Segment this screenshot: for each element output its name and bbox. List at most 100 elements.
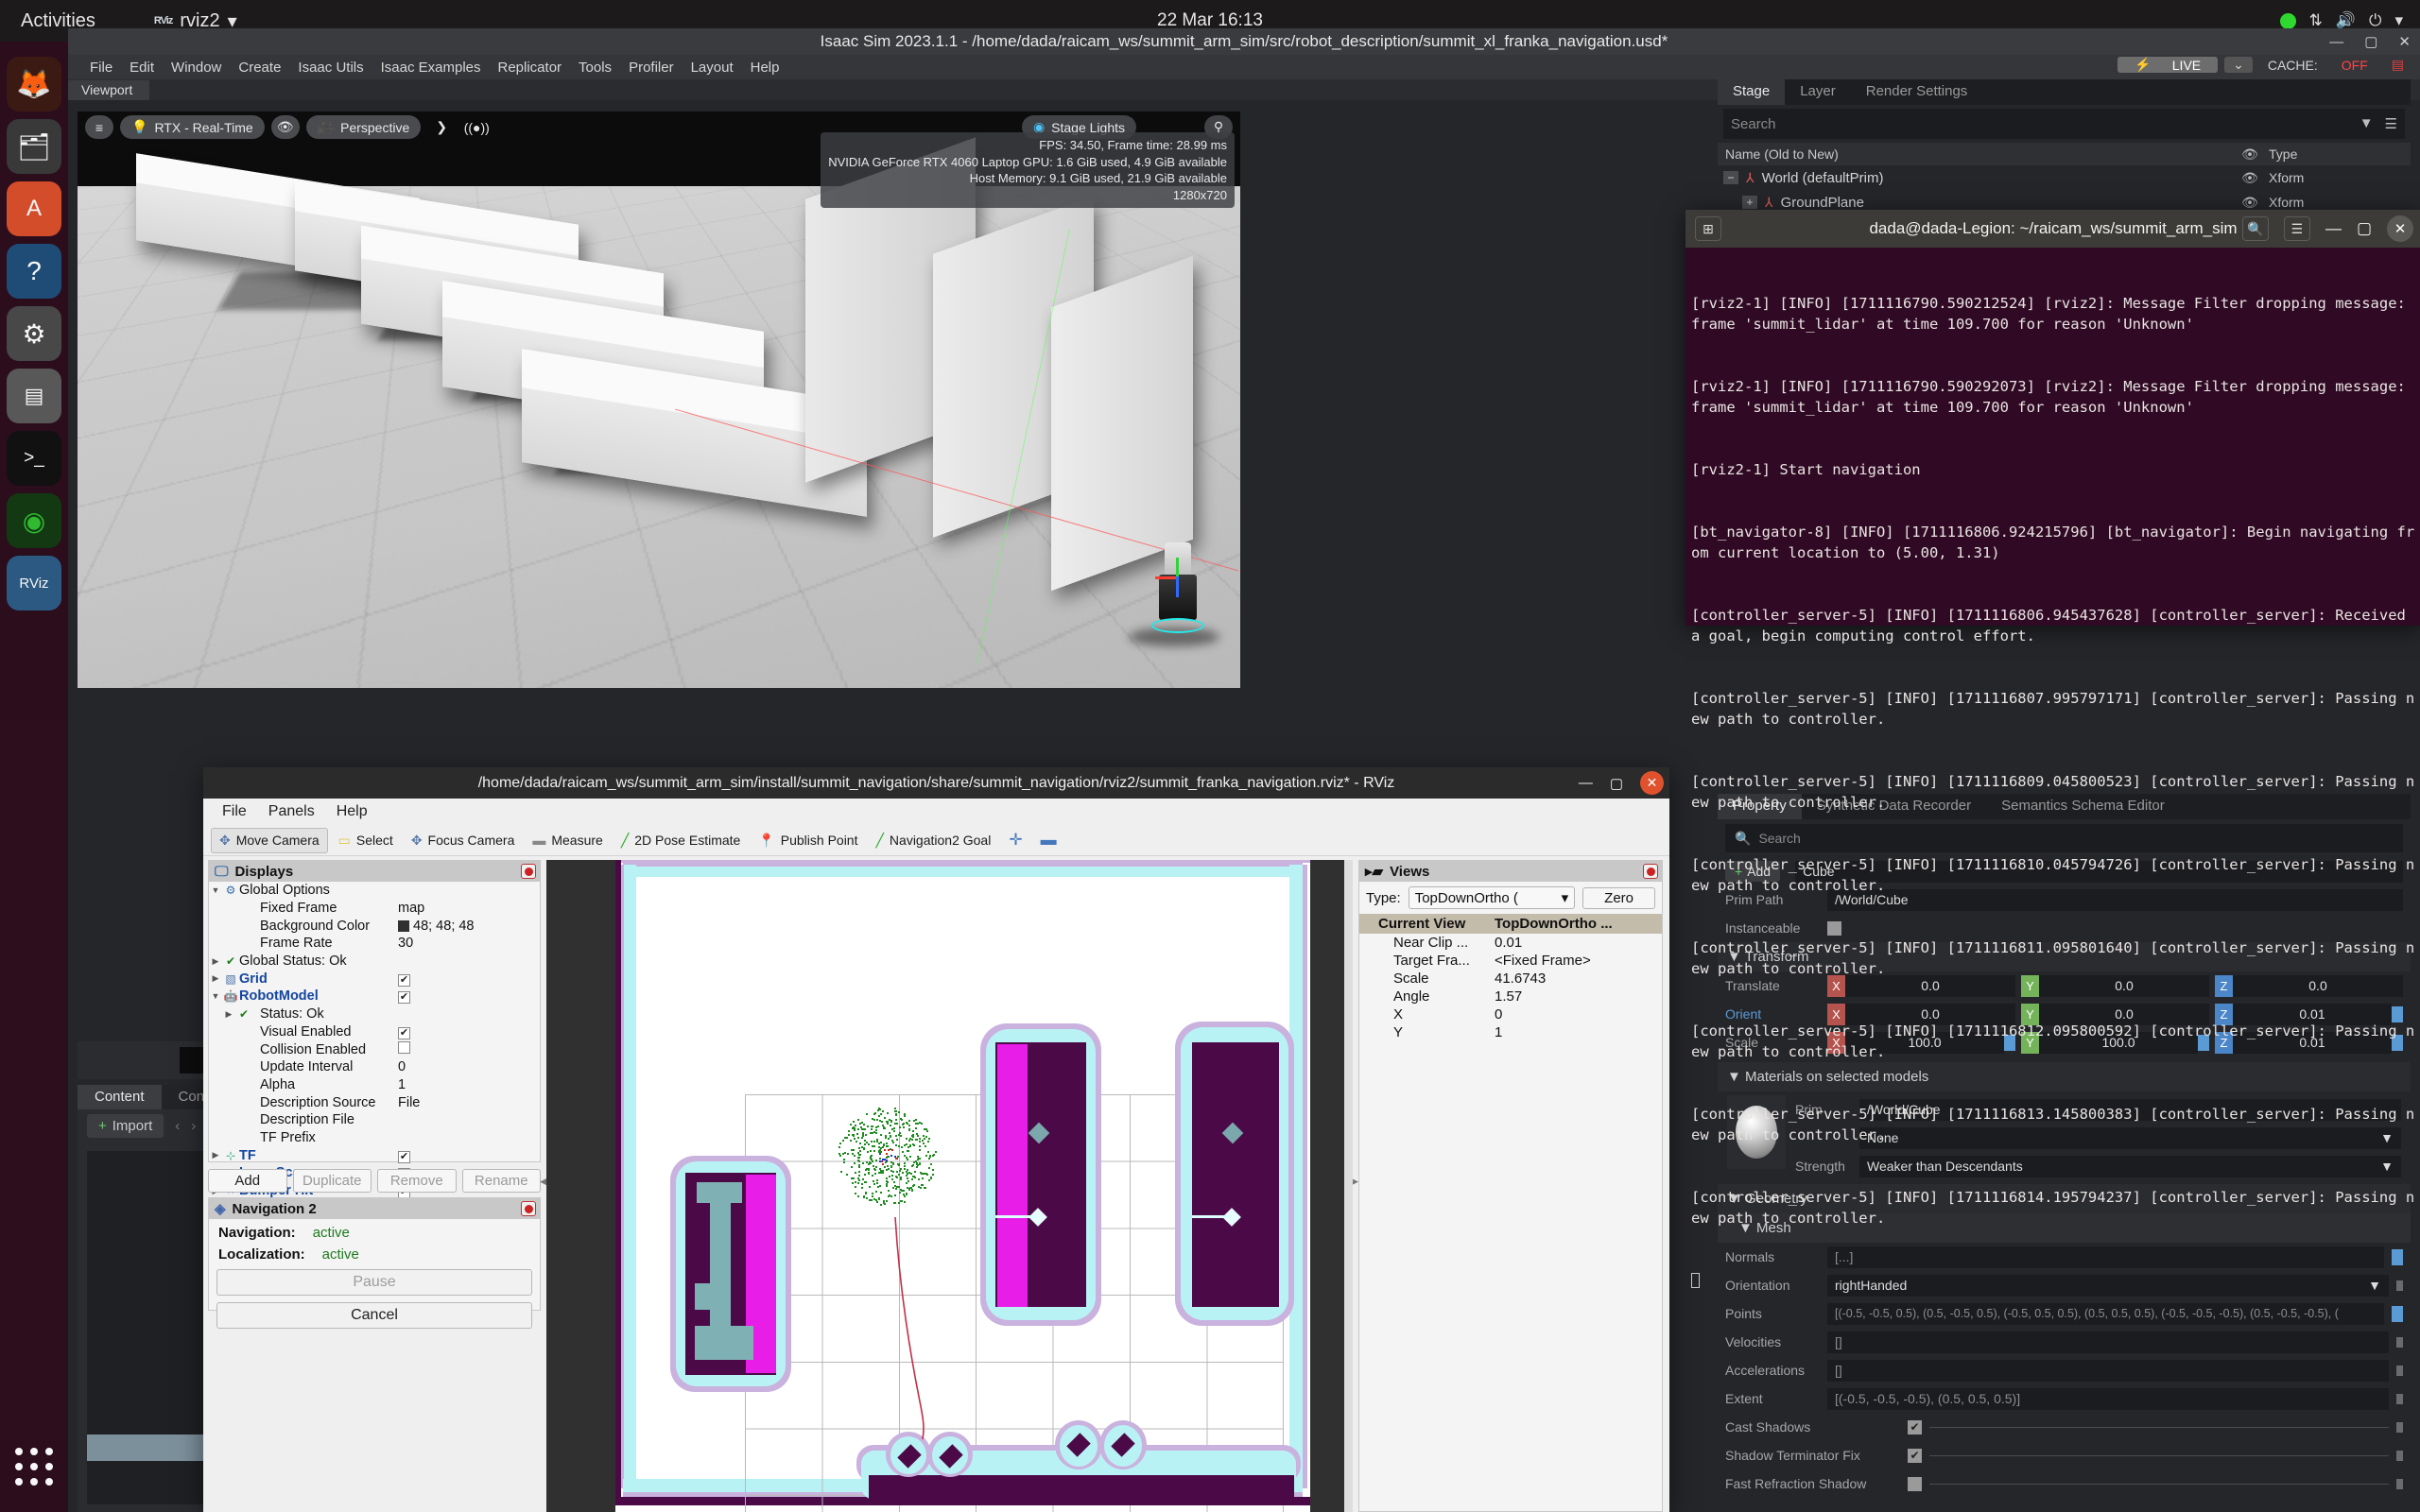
terminal-left-buttons[interactable]: ⊞ (1695, 216, 1721, 241)
menu-create[interactable]: Create (230, 60, 289, 76)
remove-display-button[interactable]: Remove (377, 1168, 457, 1193)
tab-stage[interactable]: Stage (1718, 79, 1786, 105)
display-item-description-file[interactable]: Description File (209, 1111, 540, 1129)
menu-edit[interactable]: Edit (121, 60, 163, 76)
select-button[interactable]: ▭ Select (331, 829, 401, 852)
expand-arrow-icon[interactable]: ▶ (222, 1009, 235, 1020)
add-tool-button[interactable]: ✛ (1001, 827, 1029, 853)
display-item-checkbox[interactable]: ✔ (398, 1148, 540, 1163)
minimize-icon[interactable]: — (1579, 775, 1593, 791)
display-item-robotmodel[interactable]: ▼ 🤖 RobotModel ✔ (209, 988, 540, 1005)
rviz-toolbar[interactable]: ✥ Move Camera ▭ Select ✥ Focus Camera ▬ … (203, 825, 1669, 856)
hamburger-icon[interactable]: ☰ (2385, 115, 2397, 132)
camera-button[interactable]: 🎥 Perspective (305, 115, 422, 139)
import-button[interactable]: + Import (87, 1113, 164, 1138)
display-item-tf-prefix[interactable]: TF Prefix (209, 1129, 540, 1147)
menu-tools[interactable]: Tools (570, 60, 620, 76)
display-item-tf[interactable]: ▶ ⊹ TF ✔ (209, 1146, 540, 1164)
eye-icon[interactable]: 👁 (2231, 195, 2269, 211)
display-item-global-status-ok[interactable]: ▶ ✔ Global Status: Ok (209, 953, 540, 971)
measure-button[interactable]: ▬ Measure (525, 829, 610, 851)
eye-icon[interactable]: 👁 (2231, 170, 2269, 186)
live-toggle[interactable]: ⚡ LIVE (2118, 57, 2219, 73)
viewport-settings-button[interactable]: ≡ (85, 115, 113, 139)
menu-window[interactable]: Window (163, 60, 230, 76)
menu-help[interactable]: Help (327, 801, 377, 822)
collapse-toggle[interactable]: − (1723, 171, 1738, 184)
menu-replicator[interactable]: Replicator (490, 60, 571, 76)
nav-back-button[interactable]: ‹ (175, 1118, 180, 1134)
menu-file[interactable]: File (81, 60, 121, 76)
display-item-collision-enabled[interactable]: Collision Enabled (209, 1040, 540, 1058)
display-item-update-interval[interactable]: Update Interval 0 (209, 1058, 540, 1076)
menu-isaac-examples[interactable]: Isaac Examples (372, 60, 490, 76)
stage-tabbar[interactable]: Stage Layer Render Settings (1718, 79, 2411, 105)
cast-shadows-checkbox[interactable] (1908, 1419, 1922, 1435)
move-camera-button[interactable]: ✥ Move Camera (211, 827, 328, 853)
show-applications-button[interactable] (15, 1448, 55, 1487)
dock-item-rviz[interactable]: RViz (7, 556, 61, 610)
dock-item-help[interactable]: ? (7, 244, 61, 299)
tab-content[interactable]: Content (78, 1085, 162, 1109)
extent-field[interactable]: [(-0.5, -0.5, -0.5), (0.5, 0.5, 0.5)] (1827, 1387, 2389, 1410)
expand-toolbar-button[interactable]: ❯ (427, 115, 456, 139)
canvas-scrollbar[interactable] (1344, 860, 1353, 1512)
views-row[interactable]: Near Clip ... 0.01 (1359, 934, 1662, 952)
display-item-global-options[interactable]: ▼ ⚙ Global Options (209, 882, 540, 900)
new-tab-icon[interactable]: ⊞ (1695, 216, 1721, 241)
nav-forward-button[interactable]: › (191, 1118, 196, 1134)
add-display-button[interactable]: Add (208, 1168, 287, 1193)
expand-toggle[interactable]: + (1742, 196, 1757, 209)
minimize-icon[interactable]: — (2329, 34, 2343, 50)
chevron-down-icon[interactable]: ⌄ (2224, 57, 2253, 73)
rviz-render-canvas[interactable] (546, 860, 1353, 1512)
pause-button[interactable]: Pause (216, 1269, 532, 1296)
terminal-output[interactable]: [rviz2-1] [INFO] [1711116790.590212524] … (1685, 248, 2420, 1336)
viewport-toolbar[interactable]: ≡ 💡 RTX - Real-Time 👁 🎥 Perspective ❯ ((… (85, 115, 491, 139)
display-item-checkbox[interactable]: ✔ (398, 988, 540, 1005)
close-icon[interactable] (521, 864, 536, 879)
rviz-menubar[interactable]: File Panels Help (203, 799, 1669, 825)
dock-item-settings[interactable]: ⚙ (7, 306, 61, 361)
views-row[interactable]: Angle 1.57 (1359, 988, 1662, 1005)
dock-item-ubuntu-software[interactable]: A (7, 181, 61, 236)
dock-item-text-editor[interactable]: ▤ (7, 369, 61, 423)
display-item-checkbox[interactable]: ✔ (398, 971, 540, 987)
system-tray[interactable]: ⇅ 🔊 ⏻ ▾ (2279, 11, 2403, 30)
remove-tool-button[interactable]: ▬ (1033, 827, 1064, 853)
render-mode-button[interactable]: 💡 RTX - Real-Time (120, 115, 265, 139)
shadow-terminator-fix-checkbox[interactable] (1908, 1448, 1922, 1463)
display-item-checkbox[interactable]: ✔ (398, 1024, 540, 1040)
fast-refraction-shadow-checkbox[interactable] (1908, 1476, 1922, 1491)
menu-panels[interactable]: Panels (259, 801, 324, 822)
maximize-icon[interactable]: ▢ (2364, 33, 2377, 50)
display-item-description-source[interactable]: Description Source File (209, 1093, 540, 1111)
tab-layer[interactable]: Layer (1785, 79, 1851, 105)
display-item-checkbox[interactable] (398, 1041, 540, 1057)
display-item-fixed-frame[interactable]: Fixed Frame map (209, 900, 540, 918)
live-cache-indicator[interactable]: ⚡ LIVE ⌄ CACHE: OFF ▤ (2118, 57, 2412, 73)
stage-row[interactable]: − ⅄ World (defaultPrim) 👁 Xform (1718, 165, 2411, 190)
search-icon[interactable]: 🔍 (2241, 216, 2269, 241)
record-button[interactable]: ((●)) (462, 115, 491, 139)
focus-camera-button[interactable]: ✥ Focus Camera (404, 829, 523, 852)
views-row[interactable]: Y 1 (1359, 1023, 1662, 1041)
display-item-value[interactable]: 48; 48; 48 (398, 919, 540, 934)
minimize-icon[interactable]: — (2325, 219, 2342, 238)
hamburger-icon[interactable]: ☰ (2283, 216, 2310, 241)
menu-isaac-utils[interactable]: Isaac Utils (289, 60, 372, 76)
terminal-right-buttons[interactable]: 🔍 ☰ — ▢ ✕ (2241, 215, 2413, 242)
tab-render-settings[interactable]: Render Settings (1851, 79, 1983, 105)
pose-estimate-button[interactable]: ╱ 2D Pose Estimate (614, 829, 749, 852)
nav-goal-button[interactable]: ╱ Navigation2 Goal (868, 829, 998, 852)
filter-icon[interactable]: ▼ (2360, 115, 2374, 132)
maximize-icon[interactable]: ▢ (1610, 775, 1623, 792)
isaac-window-buttons[interactable]: — ▢ ✕ (2329, 28, 2411, 55)
display-item-visual-enabled[interactable]: Visual Enabled ✔ (209, 1023, 540, 1041)
display-item-grid[interactable]: ▶ ▧ Grid ✔ (209, 970, 540, 988)
menu-file[interactable]: File (213, 801, 256, 822)
dock-item-terminal[interactable]: >_ (7, 431, 61, 486)
views-row[interactable]: Scale 41.6743 (1359, 970, 1662, 988)
collapse-arrow-icon[interactable]: ▼ (209, 885, 222, 895)
views-row[interactable]: X 0 (1359, 1005, 1662, 1023)
